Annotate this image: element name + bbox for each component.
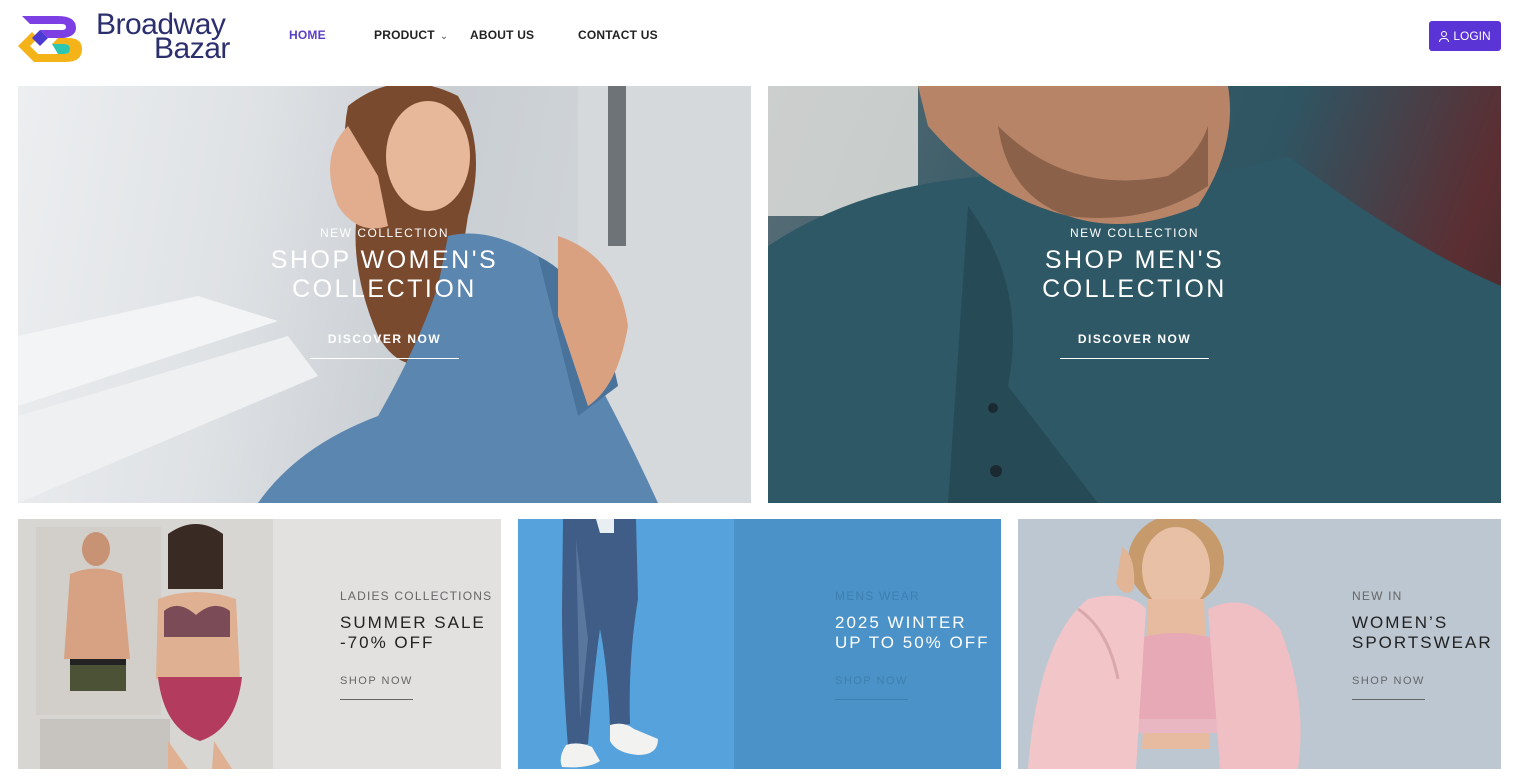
promo-tile-mens[interactable]: MENS WEAR 2025 WINTER UP TO 50% OFF SHOP… [518,519,1001,769]
hero-men-kicker: NEW COLLECTION [1069,226,1199,240]
promo-sportswear-shop-now-button[interactable]: SHOP NOW [1352,675,1425,700]
nav-contact-us[interactable]: CONTACT US [578,28,658,42]
promo-ladies-content: LADIES COLLECTIONS SUMMER SALE -70% OFF … [340,589,492,700]
hero-women-discover-button[interactable]: DISCOVER NOW [309,332,460,359]
promo-ladies-title-line1: SUMMER SALE [340,613,486,632]
promo-tile-sportswear[interactable]: NEW IN WOMEN’S SPORTSWEAR SHOP NOW [1018,519,1501,769]
promo-sportswear-kicker: NEW IN [1352,589,1403,603]
nav-about-us[interactable]: ABOUT US [470,28,534,42]
hero-banner-men[interactable]: NEW COLLECTION SHOP MEN'S COLLECTION DIS… [768,86,1501,503]
promo-mens-shop-now-button[interactable]: SHOP NOW [835,675,908,700]
user-icon [1439,30,1450,42]
promo-mens-title: 2025 WINTER UP TO 50% OFF [835,613,990,653]
promo-mens-title-line2: UP TO 50% OFF [835,633,990,652]
hero-women-title: SHOP WOMEN'S COLLECTION [18,246,751,304]
hero-women-content: NEW COLLECTION SHOP WOMEN'S COLLECTION D… [18,226,751,359]
hero-men-title-line2: COLLECTION [1042,275,1227,303]
hero-women-kicker: NEW COLLECTION [319,226,449,240]
login-label: LOGIN [1453,29,1491,43]
chevron-down-icon: ⌄ [439,31,449,42]
promo-mens-kicker: MENS WEAR [835,589,920,603]
promo-tile-ladies[interactable]: LADIES COLLECTIONS SUMMER SALE -70% OFF … [18,519,501,769]
hero-women-title-line1: SHOP WOMEN'S [270,246,499,274]
nav-product-label: PRODUCT [374,28,435,42]
nav-home[interactable]: HOME [289,28,326,42]
logo-mark-icon [18,16,82,62]
promo-mens-content: MENS WEAR 2025 WINTER UP TO 50% OFF SHOP… [835,589,990,700]
promo-ladies-shop-now-button[interactable]: SHOP NOW [340,675,413,700]
promo-sportswear-title: WOMEN’S SPORTSWEAR [1352,613,1493,653]
promo-sportswear-title-line2: SPORTSWEAR [1352,633,1493,652]
nav-product[interactable]: PRODUCT ⌄ [374,28,448,42]
promo-sportswear-content: NEW IN WOMEN’S SPORTSWEAR SHOP NOW [1352,589,1493,700]
brand-logo[interactable]: Broadway Bazar [18,8,248,66]
hero-men-discover-button[interactable]: DISCOVER NOW [1059,332,1210,359]
hero-women-title-line2: COLLECTION [292,275,477,303]
promo-sportswear-image [1028,519,1301,769]
site-header: Broadway Bazar HOME PRODUCT ⌄ ABOUT US CO… [0,0,1529,76]
promo-ladies-title: SUMMER SALE -70% OFF [340,613,492,653]
hero-men-title: SHOP MEN'S COLLECTION [768,246,1501,304]
hero-men-title-line1: SHOP MEN'S [1044,246,1225,274]
promo-ladies-title-line2: -70% OFF [340,633,435,652]
promo-ladies-image [18,519,273,769]
login-button[interactable]: LOGIN [1429,21,1501,51]
promo-sportswear-title-line1: WOMEN’S [1352,613,1449,632]
hero-banner-women[interactable]: NEW COLLECTION SHOP WOMEN'S COLLECTION D… [18,86,751,503]
brand-wordmark: Broadway Bazar [96,10,230,64]
promo-ladies-kicker: LADIES COLLECTIONS [340,589,493,603]
hero-men-content: NEW COLLECTION SHOP MEN'S COLLECTION DIS… [768,226,1501,359]
promo-mens-title-line1: 2025 WINTER [835,613,967,632]
